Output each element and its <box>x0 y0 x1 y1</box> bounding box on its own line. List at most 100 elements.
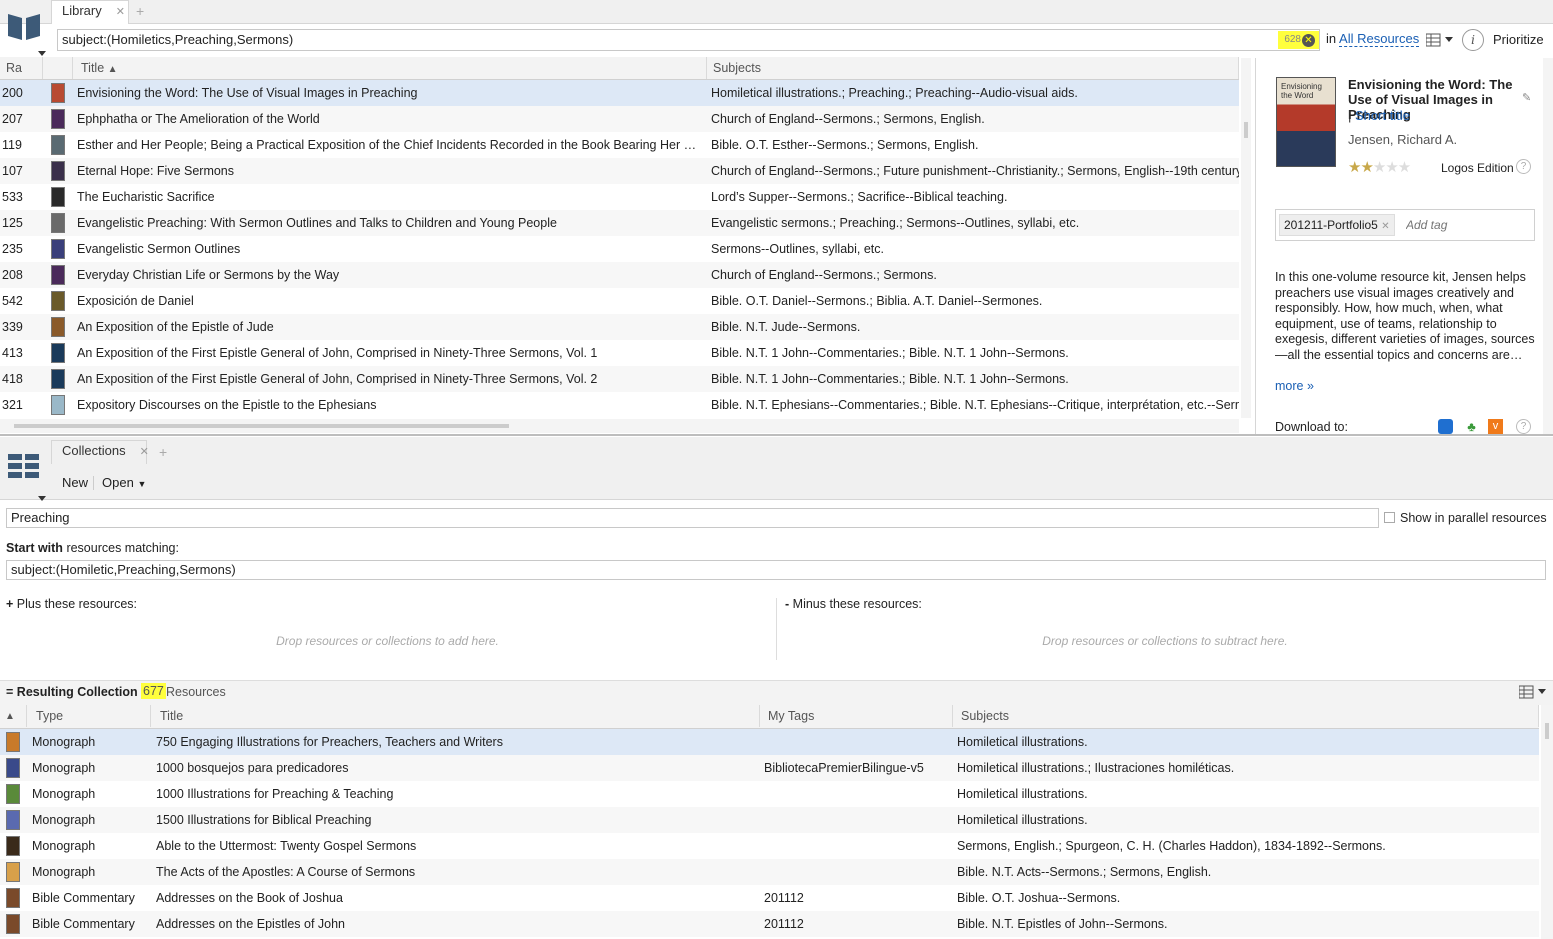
resource-detail-panel: Envisioning the Word Envisioning the Wor… <box>1255 58 1553 434</box>
row-title: An Exposition of the First Epistle Gener… <box>77 346 598 360</box>
close-collections-tab-icon[interactable]: ✕ <box>140 446 149 458</box>
library-horizontal-scrollbar[interactable] <box>0 419 1239 433</box>
library-row[interactable]: 119 Esther and Her People; Being a Practi… <box>0 132 1239 158</box>
library-table-body: 200 Envisioning the Word: The Use of Visu… <box>0 80 1239 418</box>
row-title: Ephphatha or The Amelioration of the Wor… <box>77 112 320 126</box>
result-label: Resulting Collection <box>16 685 138 699</box>
library-row[interactable]: 542 Exposición de Daniel Bible. O.T. Danie… <box>0 288 1239 314</box>
result-view-options-icon[interactable] <box>1518 685 1547 699</box>
row-rating: 533 <box>2 190 23 204</box>
download-help-icon[interactable]: ? <box>1516 419 1531 434</box>
more-link[interactable]: more » <box>1275 379 1314 393</box>
column-result-title[interactable]: Title <box>151 705 760 727</box>
column-cover <box>43 57 73 79</box>
row-rating: 413 <box>2 346 23 360</box>
help-icon[interactable]: ? <box>1516 159 1531 174</box>
result-row[interactable]: Monograph 1500 Illustrations for Biblical… <box>0 807 1539 833</box>
library-search-input[interactable]: subject:(Homiletics,Preaching,Sermons) 6… <box>57 29 1320 51</box>
clear-search-icon[interactable]: ✕ <box>1302 34 1315 47</box>
library-row[interactable]: 235 Evangelistic Sermon Outlines Sermons--… <box>0 236 1239 262</box>
new-button[interactable]: New <box>62 475 88 490</box>
row-rating: 235 <box>2 242 23 256</box>
library-row[interactable]: 533 The Eucharistic Sacrifice Lord’s Suppe… <box>0 184 1239 210</box>
library-menu-arrow-icon[interactable] <box>38 46 46 56</box>
minus-drop-zone[interactable]: Drop resources or collections to subtrac… <box>777 634 1553 648</box>
library-row[interactable]: 208 Everyday Christian Life or Sermons by… <box>0 262 1239 288</box>
tag-chip: 201211-Portfolio5 ✕ <box>1279 214 1395 236</box>
book-cover-icon <box>51 213 65 233</box>
library-row[interactable]: 107 Eternal Hope: Five Sermons Church of E… <box>0 158 1239 184</box>
library-row[interactable]: 413 An Exposition of the First Epistle Ge… <box>0 340 1239 366</box>
parallel-checkbox[interactable] <box>1384 512 1395 523</box>
scope-link[interactable]: All Resources <box>1339 31 1420 47</box>
library-row[interactable]: 339 An Exposition of the Epistle of Jude B… <box>0 314 1239 340</box>
edit-title-icon[interactable]: ✎ <box>1522 91 1531 104</box>
library-row[interactable]: 418 An Exposition of the First Epistle Ge… <box>0 366 1239 392</box>
download-logos-icon[interactable] <box>1438 419 1453 434</box>
add-collection-tab-icon[interactable]: + <box>159 443 167 461</box>
plus-drop-zone[interactable]: Drop resources or collections to add her… <box>0 634 775 648</box>
result-header <box>0 680 1553 705</box>
library-vertical-scrollbar[interactable] <box>1241 58 1251 418</box>
detail-scrollbar[interactable] <box>1543 58 1553 434</box>
collections-menu-arrow-icon[interactable] <box>38 491 46 501</box>
result-row[interactable]: Monograph Able to the Uttermost: Twenty G… <box>0 833 1539 859</box>
column-type[interactable]: Type <box>27 705 151 727</box>
library-book-icon[interactable] <box>6 6 45 53</box>
parallel-label: Show in parallel resources <box>1400 511 1547 525</box>
rating-stars[interactable]: ★★★★★ <box>1348 158 1411 176</box>
hscroll-thumb[interactable] <box>14 424 509 428</box>
short-title-link[interactable]: Short title <box>1355 108 1410 123</box>
library-row[interactable]: 207 Ephphatha or The Amelioration of the … <box>0 106 1239 132</box>
collection-name-input[interactable]: Preaching <box>6 508 1379 528</box>
add-tag-input[interactable] <box>1406 215 1526 235</box>
row-title: The Acts of the Apostles: A Course of Se… <box>156 865 416 879</box>
library-row[interactable]: 200 Envisioning the Word: The Use of Visu… <box>0 80 1239 106</box>
column-result-subjects[interactable]: Subjects <box>953 705 1539 727</box>
result-row[interactable]: Monograph 750 Engaging Illustrations for … <box>0 729 1539 755</box>
prioritize-button[interactable]: Prioritize <box>1493 32 1544 47</box>
resource-cover-image[interactable]: Envisioning the Word <box>1276 77 1336 167</box>
column-title[interactable]: Title ▲ <box>73 57 707 79</box>
result-row[interactable]: Monograph The Acts of the Apostles: A Cou… <box>0 859 1539 885</box>
download-vyrso-icon[interactable]: v <box>1488 419 1503 434</box>
row-title: An Exposition of the First Epistle Gener… <box>77 372 598 386</box>
result-scrollbar[interactable] <box>1541 705 1553 939</box>
result-row[interactable]: Bible Commentary Addresses on the Epistle… <box>0 911 1539 937</box>
column-subjects[interactable]: Subjects <box>707 57 1239 79</box>
collection-rule-input[interactable]: subject:(Homiletic,Preaching,Sermons) <box>6 560 1546 580</box>
result-row[interactable]: Monograph 1000 bosquejos para predicadore… <box>0 755 1539 781</box>
info-icon[interactable]: i <box>1462 29 1484 51</box>
download-android-icon[interactable]: ♣ <box>1464 419 1479 434</box>
column-rating[interactable]: Ra <box>0 57 43 79</box>
tags-field[interactable]: 201211-Portfolio5 ✕ <box>1275 209 1535 241</box>
add-tab-icon[interactable]: + <box>136 2 144 20</box>
close-tab-icon[interactable]: ✕ <box>116 6 125 18</box>
book-cover-icon <box>51 187 65 207</box>
book-cover-icon <box>6 784 20 804</box>
row-title: An Exposition of the Epistle of Jude <box>77 320 274 334</box>
row-title: 1000 Illustrations for Preaching & Teach… <box>156 787 394 801</box>
collections-icon[interactable] <box>8 452 42 484</box>
column-sort-icon[interactable]: ▲ <box>0 705 27 727</box>
result-scroll-thumb[interactable] <box>1545 723 1549 739</box>
row-title: Addresses on the Book of Joshua <box>156 891 343 905</box>
remove-tag-icon[interactable]: ✕ <box>1381 221 1389 232</box>
result-row[interactable]: Bible Commentary Addresses on the Book of… <box>0 885 1539 911</box>
library-row[interactable]: 125 Evangelistic Preaching: With Sermon O… <box>0 210 1239 236</box>
view-options-icon[interactable] <box>1425 33 1454 47</box>
row-subjects: Church of England--Sermons.; Sermons. <box>711 268 937 282</box>
row-subjects: Bible. O.T. Joshua--Sermons. <box>957 891 1121 905</box>
scroll-thumb[interactable] <box>1244 122 1248 138</box>
row-type: Monograph <box>32 761 96 775</box>
result-row[interactable]: Monograph 1000 Illustrations for Preachin… <box>0 781 1539 807</box>
row-tags: BibliotecaPremierBilingue-v5 <box>764 761 924 775</box>
tab-collections[interactable]: Collections ✕ <box>51 440 149 464</box>
tab-library[interactable]: Library ✕ <box>51 0 129 24</box>
row-title: Able to the Uttermost: Twenty Gospel Ser… <box>156 839 417 853</box>
library-row[interactable]: 321 Expository Discourses on the Epistle … <box>0 392 1239 418</box>
pane-splitter[interactable] <box>0 434 1553 436</box>
open-menu-button[interactable]: Open ▼ <box>102 475 146 490</box>
column-my-tags[interactable]: My Tags <box>760 705 953 727</box>
library-table-header: Ra Title ▲ Subjects <box>0 57 1239 80</box>
